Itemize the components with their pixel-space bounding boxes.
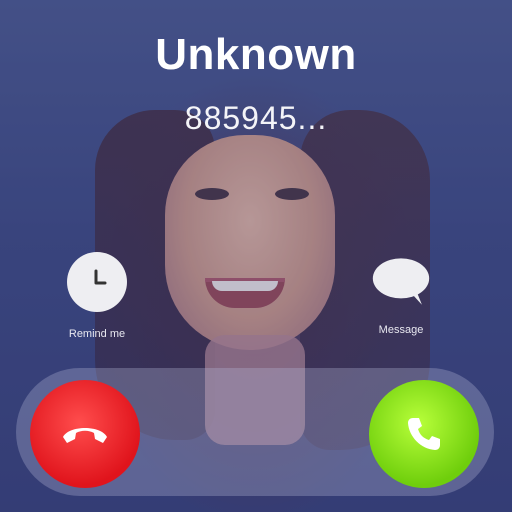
phone-icon xyxy=(408,418,440,450)
phone-hangup-icon xyxy=(63,428,107,443)
accept-call-button[interactable] xyxy=(369,380,479,488)
message-button[interactable]: Message xyxy=(361,252,441,336)
message-label: Message xyxy=(378,324,424,336)
caller-number: 885945... xyxy=(184,100,328,136)
decline-call-button[interactable] xyxy=(30,380,140,488)
clock-icon xyxy=(81,266,113,298)
remind-me-label: Remind me xyxy=(68,328,126,340)
speech-bubble-icon xyxy=(372,258,430,305)
caller-name: Unknown xyxy=(155,30,357,79)
incoming-call-screen: Unknown 885945... Remind me Message xyxy=(0,0,512,512)
remind-me-button[interactable]: Remind me xyxy=(57,252,137,340)
